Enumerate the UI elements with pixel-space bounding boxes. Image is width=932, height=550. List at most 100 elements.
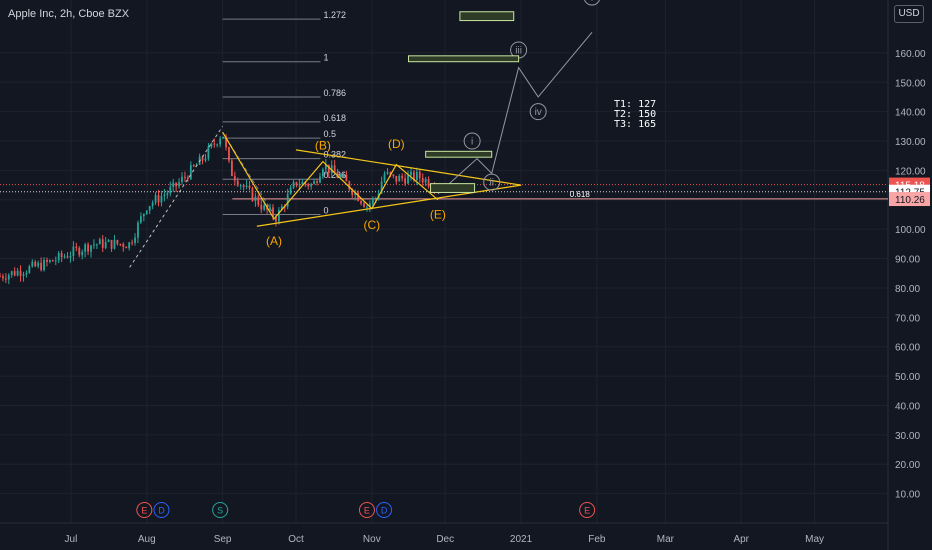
impulse-wave-label: v <box>590 0 595 4</box>
candle-body <box>366 206 368 208</box>
candle-body <box>125 247 128 249</box>
currency-button[interactable]: USD <box>894 5 924 23</box>
event-marker-label: D <box>158 506 165 516</box>
candle-body <box>31 261 34 267</box>
candle-body <box>19 270 22 276</box>
y-tick-label: 80.00 <box>895 284 920 295</box>
candle-body <box>257 196 260 206</box>
candle-body <box>427 179 430 187</box>
event-marker-label: E <box>584 506 590 516</box>
candle-body <box>60 252 63 258</box>
candle-body <box>383 173 386 182</box>
candle-body <box>28 266 31 273</box>
candle-body <box>40 262 42 271</box>
candle-body <box>286 194 289 207</box>
candle-body <box>395 175 398 182</box>
event-marker-label: D <box>381 506 388 516</box>
candle-body <box>269 207 271 210</box>
candle-body <box>87 244 89 252</box>
candle-body <box>148 206 151 211</box>
x-tick-label: Nov <box>363 534 381 545</box>
candle-body <box>231 160 233 177</box>
candle-body <box>2 276 4 279</box>
candle-body <box>386 172 389 174</box>
candle-body <box>178 182 180 187</box>
x-tick-label: Jul <box>65 534 78 545</box>
price-chart[interactable]: 10.00 20.00 30.00 40.00 50.00 60.00 70.00 80.00… <box>0 0 932 550</box>
candle-body <box>186 177 189 180</box>
candle-body <box>66 256 69 258</box>
impulse-wave-label: iii <box>515 45 522 56</box>
y-tick-label: 30.00 <box>895 431 920 442</box>
elliott-wave-label: (E) <box>430 207 446 221</box>
candle-body <box>228 147 230 161</box>
candle-body <box>421 178 424 183</box>
candle-body <box>319 176 321 183</box>
candle-body <box>128 242 131 249</box>
candle-body <box>16 270 19 276</box>
y-tick-label: 50.00 <box>895 372 920 383</box>
candle-body <box>207 146 210 159</box>
y-tick-label: 10.00 <box>895 490 920 501</box>
candle-body <box>295 182 298 186</box>
candle-body <box>43 259 45 271</box>
x-tick-label: 2021 <box>510 534 533 545</box>
candle-body <box>371 198 374 204</box>
candle-body <box>292 182 295 188</box>
candle-body <box>204 158 207 161</box>
candle-body <box>84 244 87 252</box>
candle-body <box>34 261 37 267</box>
candle-body <box>263 205 266 210</box>
impulse-wave-label: i <box>471 137 473 148</box>
candle-body <box>160 196 163 203</box>
candle-body <box>213 143 216 145</box>
y-tick-label: 70.00 <box>895 313 920 324</box>
candle-body <box>163 194 166 197</box>
candle-body <box>260 205 263 210</box>
candle-body <box>22 274 25 276</box>
candle-body <box>398 175 401 182</box>
y-tick-label: 60.00 <box>895 343 920 354</box>
candle-body <box>345 175 348 182</box>
candle-body <box>101 239 104 248</box>
candle-body <box>313 181 316 184</box>
candle-body <box>151 202 154 207</box>
candle-body <box>192 165 195 167</box>
candle-body <box>322 169 324 177</box>
candle-body <box>360 200 362 204</box>
y-tick-label: 40.00 <box>895 401 920 412</box>
candle-body <box>4 278 7 280</box>
candle-body <box>0 276 1 278</box>
candle-body <box>310 183 313 187</box>
candle-body <box>134 237 136 244</box>
candle-body <box>175 182 178 187</box>
elliott-wave-label: (A) <box>266 234 282 248</box>
candle-body <box>119 243 122 245</box>
y-tick-label: 130.00 <box>895 137 926 148</box>
candle-body <box>169 186 172 194</box>
candle-body <box>98 239 101 245</box>
candle-body <box>46 259 48 262</box>
candle-body <box>57 252 60 261</box>
x-tick-label: Sep <box>214 534 232 545</box>
candle-body <box>104 241 107 248</box>
candle-body <box>75 246 78 248</box>
candle-body <box>54 260 57 262</box>
candle-body <box>37 262 40 267</box>
x-tick-label: Mar <box>657 534 675 545</box>
candle-body <box>51 260 54 262</box>
candle-body <box>236 180 239 186</box>
candle-body <box>424 179 427 183</box>
candle-body <box>154 195 157 203</box>
candle-body <box>254 196 257 202</box>
x-tick-label: Feb <box>588 534 606 545</box>
candle-body <box>122 244 125 248</box>
candle-body <box>95 244 98 246</box>
candle-body <box>81 251 84 256</box>
candle-body <box>239 185 242 187</box>
candle-body <box>415 171 418 181</box>
fib-level-label: 0.786 <box>323 88 346 98</box>
candle-body <box>245 185 248 187</box>
candle-body <box>172 182 175 187</box>
candle-body <box>63 256 66 258</box>
